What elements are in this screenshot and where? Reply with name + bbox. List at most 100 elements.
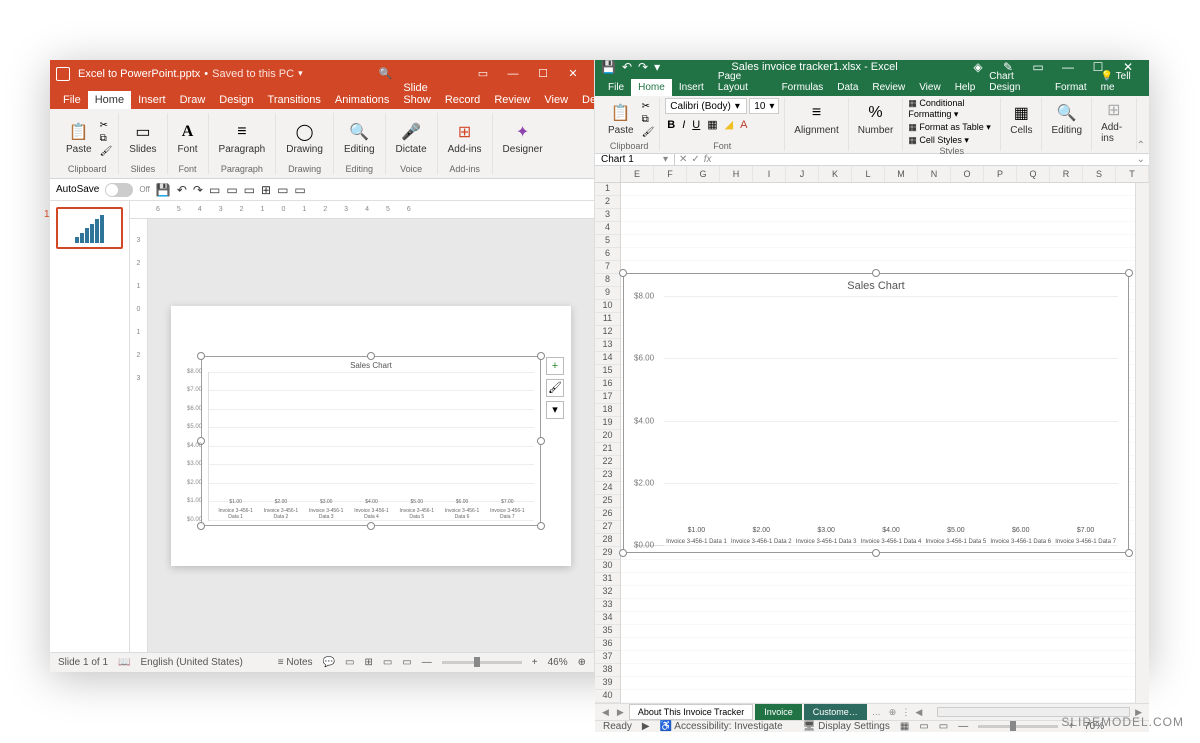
language-indicator[interactable]: English (United States) [141,657,243,668]
sheet-tab-invoice[interactable]: Invoice [755,704,802,720]
cells-button[interactable]: ▦Cells [1006,101,1036,138]
qat-icon-5[interactable]: ▭ [277,183,288,197]
resize-handle[interactable] [367,522,375,530]
fit-to-window-icon[interactable]: ⊕ [578,657,586,668]
font-name-selector[interactable]: Calibri (Body)▾ [665,98,747,114]
pp-tab-file[interactable]: File [56,91,88,109]
drawing-button[interactable]: ◯Drawing [282,120,327,157]
cut-icon[interactable]: ✂ [642,101,655,112]
sheet-tab-about[interactable]: About This Invoice Tracker [629,704,753,720]
zoom-slider[interactable] [442,661,522,664]
paste-button[interactable]: 📋Paste [62,120,96,157]
chart-title[interactable]: Sales Chart [208,361,534,370]
sheet-nav-next-icon[interactable]: ▶ [614,707,627,718]
sheet-nav-prev-icon[interactable]: ◀ [599,707,612,718]
sheet-tab-customer[interactable]: Custome… [804,704,867,720]
paragraph-button[interactable]: ≡Paragraph [215,120,270,157]
zoom-percent[interactable]: 46% [548,657,568,668]
chart-plot-area[interactable]: $0.00$1.00$2.00$3.00$4.00$5.00$6.00$7.00… [208,372,534,521]
font-size-selector[interactable]: 10▾ [749,98,779,114]
slide-thumbnail-1[interactable]: 1 [56,207,123,249]
minimize-button[interactable]: — [1053,60,1083,74]
redo-icon[interactable]: ↷ [193,183,203,197]
xl-tab-insert[interactable]: Insert [672,79,711,96]
save-icon[interactable]: 💾 [156,183,171,197]
dictate-button[interactable]: 🎤Dictate [392,120,431,157]
close-button[interactable]: ✕ [558,67,588,80]
xl-tab-file[interactable]: File [601,79,631,96]
fill-color-button[interactable]: ◢ [723,118,735,131]
xl-tab-home[interactable]: Home [631,79,672,96]
qat-icon-1[interactable]: ▭ [209,183,220,197]
column-headers[interactable]: EFGHIJKLMNOPQRST [621,166,1149,183]
xl-chart-title[interactable]: Sales Chart [634,280,1118,292]
chart-elements-button[interactable]: + [546,357,564,375]
resize-handle[interactable] [1125,269,1133,277]
xl-tab-view[interactable]: View [912,79,948,96]
pp-tab-transitions[interactable]: Transitions [261,91,328,109]
xl-chart-plot-area[interactable]: $0.00$2.00$4.00$6.00$8.00$1.00Invoice 3-… [634,296,1118,546]
undo-icon[interactable]: ↶ [177,183,187,197]
notes-button[interactable]: ≡ Notes [278,657,313,668]
undo-icon[interactable]: ↶ [622,60,632,74]
chart-styles-button[interactable]: 🖌 [546,379,564,397]
vertical-scrollbar[interactable] [1135,183,1149,703]
resize-handle[interactable] [197,522,205,530]
xl-paste-button[interactable]: 📋Paste [604,101,638,138]
selected-chart-object[interactable]: + 🖌 ▾ Sales Chart $0.00$1.00$2.00$3.00$4… [201,356,541,526]
pp-tab-home[interactable]: Home [88,91,131,109]
autosave-toggle[interactable] [105,183,133,197]
xl-tab-data[interactable]: Data [830,79,865,96]
accessibility-button[interactable]: ♿ Accessibility: Investigate [660,721,783,732]
normal-view-icon[interactable]: ▭ [345,657,354,668]
pp-tab-animations[interactable]: Animations [328,91,396,109]
qat-dropdown-icon[interactable]: ▾ [654,60,660,74]
normal-view-icon[interactable]: ▦ [900,721,909,732]
resize-handle[interactable] [537,522,545,530]
resize-handle[interactable] [872,269,880,277]
conditional-formatting-button[interactable]: ▦ Conditional Formatting ▾ [908,98,995,120]
addins-button[interactable]: ⊞Add-ins [444,120,486,157]
pp-tab-record[interactable]: Record [438,91,487,109]
qat-icon-4[interactable]: ⊞ [261,183,271,197]
cancel-formula-icon[interactable]: ✕ [679,154,687,165]
format-painter-icon[interactable]: 🖌 [642,127,655,138]
copy-icon[interactable]: ⧉ [100,133,113,144]
xl-editing-button[interactable]: 🔍Editing [1047,101,1086,138]
pp-tab-slide-show[interactable]: Slide Show [396,79,438,109]
cell-styles-button[interactable]: ▦ Cell Styles ▾ [908,135,995,146]
qat-icon-2[interactable]: ▭ [226,183,237,197]
new-sheet-icon[interactable]: ⊕ [886,707,900,718]
qat-icon-3[interactable]: ▭ [244,183,255,197]
fx-icon[interactable]: fx [704,154,712,165]
reading-view-icon[interactable]: ▭ [383,657,392,668]
sheet-tab-more-icon[interactable]: … [869,707,884,717]
xl-addins-button[interactable]: ⊞Add-ins [1097,98,1131,146]
name-box[interactable]: Chart 1 ▾ [595,154,675,165]
spellcheck-icon[interactable]: 📖 [118,657,130,668]
xl-zoom-slider[interactable] [978,725,1058,728]
select-all-cell[interactable] [595,166,621,183]
format-painter-icon[interactable]: 🖌 [100,146,113,157]
excel-chart-object[interactable]: Sales Chart $0.00$2.00$4.00$6.00$8.00$1.… [623,273,1129,553]
macro-icon[interactable]: ▶ [642,721,650,732]
page-break-icon[interactable]: ▭ [939,721,948,732]
font-color-button[interactable]: A [738,119,749,131]
cut-icon[interactable]: ✂ [100,120,113,131]
slides-button[interactable]: ▭Slides [125,120,160,157]
xl-tab-page-layout[interactable]: Page Layout [711,68,775,96]
maximize-button[interactable]: ☐ [528,67,558,80]
resize-handle[interactable] [619,269,627,277]
editing-button[interactable]: 🔍Editing [340,120,379,157]
resize-handle[interactable] [367,352,375,360]
resize-handle[interactable] [537,352,545,360]
slideshow-view-icon[interactable]: ▭ [402,657,411,668]
xl-tab-formulas[interactable]: Formulas [775,79,831,96]
pp-tab-design[interactable]: Design [212,91,260,109]
worksheet-grid[interactable]: Sales Chart $0.00$2.00$4.00$6.00$8.00$1.… [621,183,1135,703]
border-button[interactable]: ▦ [705,118,719,131]
xl-tab-review[interactable]: Review [865,79,912,96]
chevron-down-icon[interactable]: ▾ [298,68,303,79]
minimize-button[interactable]: — [498,68,528,80]
resize-handle[interactable] [197,352,205,360]
